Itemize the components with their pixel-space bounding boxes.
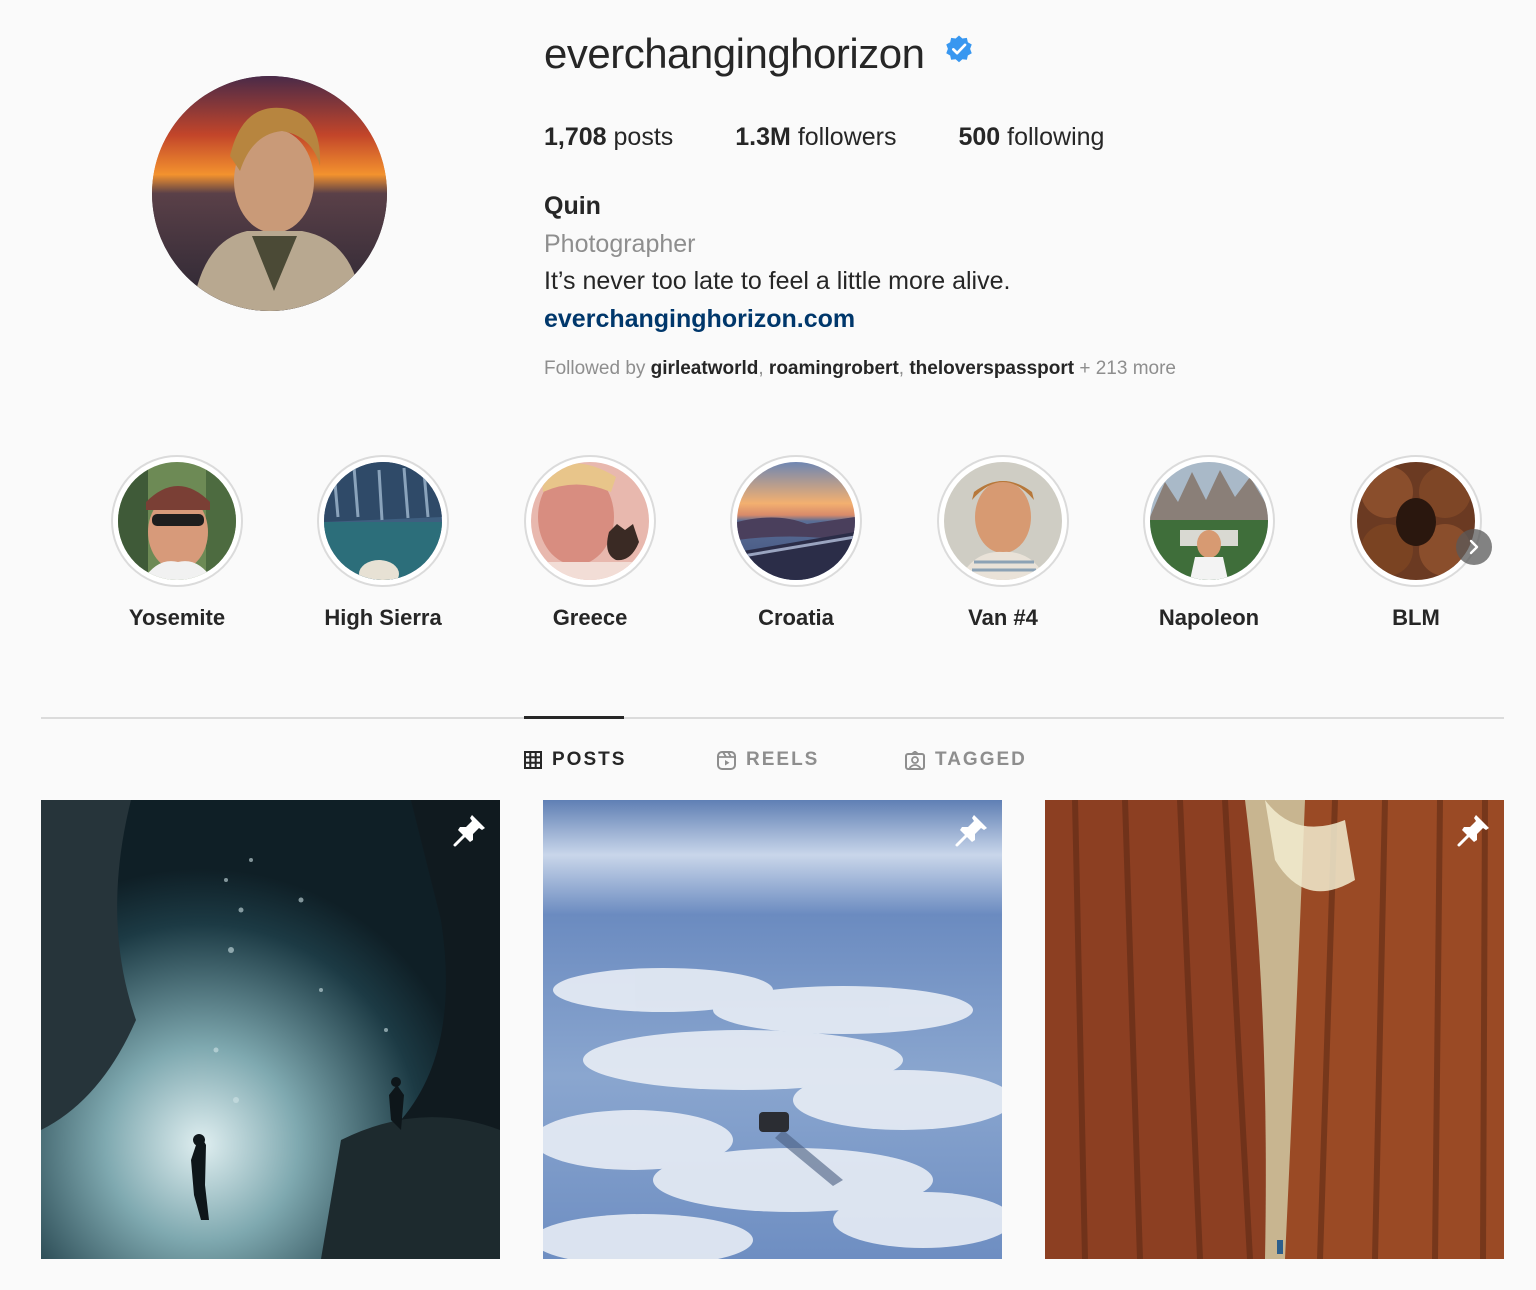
followed-by-user[interactable]: roamingrobert [769,358,899,379]
tabs-divider [41,717,1504,719]
tab-tagged[interactable]: TAGGED [905,748,1027,772]
highlight-label: BLM [1392,605,1440,630]
followers-link[interactable]: 1.3M followers [735,120,896,154]
highlight-yosemite[interactable]: Yosemite [111,455,243,630]
verified-badge-icon [946,35,972,63]
highlight-label: Greece [552,605,628,630]
profile-full-name: Quin [544,192,601,220]
highlights-next-button[interactable] [1456,529,1492,565]
highlight-label: Yosemite [128,605,226,630]
active-tab-indicator [524,716,624,719]
following-link[interactable]: 500 following [958,120,1104,154]
chevron-right-icon [1469,539,1479,555]
pin-icon [1457,815,1489,847]
tab-posts[interactable]: POSTS [524,748,626,772]
reels-icon [717,750,736,770]
tab-reels[interactable]: REELS [717,748,819,772]
profile-stats: 1,708 posts 1.3M followers 500 following [544,120,1166,154]
profile-website-link[interactable]: everchanginghorizon.com [544,303,855,335]
highlight-label: High Sierra [324,605,442,630]
post-thumbnail[interactable] [543,800,1002,1259]
profile-bio: It’s never too late to feel a little mor… [544,267,1011,295]
highlight-croatia[interactable]: Croatia [730,455,862,630]
followed-by-user[interactable]: girleatworld [651,358,759,379]
highlight-napoleon[interactable]: Napoleon [1143,455,1275,630]
highlight-high-sierra[interactable]: High Sierra [317,455,449,630]
grid-icon [524,751,542,769]
followed-by-more[interactable]: + 213 more [1079,358,1176,379]
profile-page: everchanginghorizon 1,708 posts 1.3M fol… [0,0,1536,1290]
followed-by[interactable]: Followed by girleatworld, roamingrobert,… [544,356,1176,382]
highlight-greece[interactable]: Greece [524,455,656,630]
followed-by-user[interactable]: theloverspassport [909,358,1074,379]
highlight-van-4[interactable]: Van #4 [937,455,1069,630]
post-thumbnail[interactable] [41,800,500,1259]
tagged-icon [905,750,925,770]
profile-avatar[interactable] [152,76,387,311]
profile-username: everchanginghorizon [544,30,925,77]
pin-icon [955,815,987,847]
posts-count: 1,708 posts [544,123,674,151]
pin-icon [453,815,485,847]
highlight-label: Van #4 [968,605,1038,630]
profile-category: Photographer [544,230,696,258]
post-thumbnail[interactable] [1045,800,1504,1259]
highlight-label: Croatia [758,605,834,630]
highlight-blm[interactable]: BLM [1350,455,1482,630]
highlight-label: Napoleon [1158,605,1260,630]
